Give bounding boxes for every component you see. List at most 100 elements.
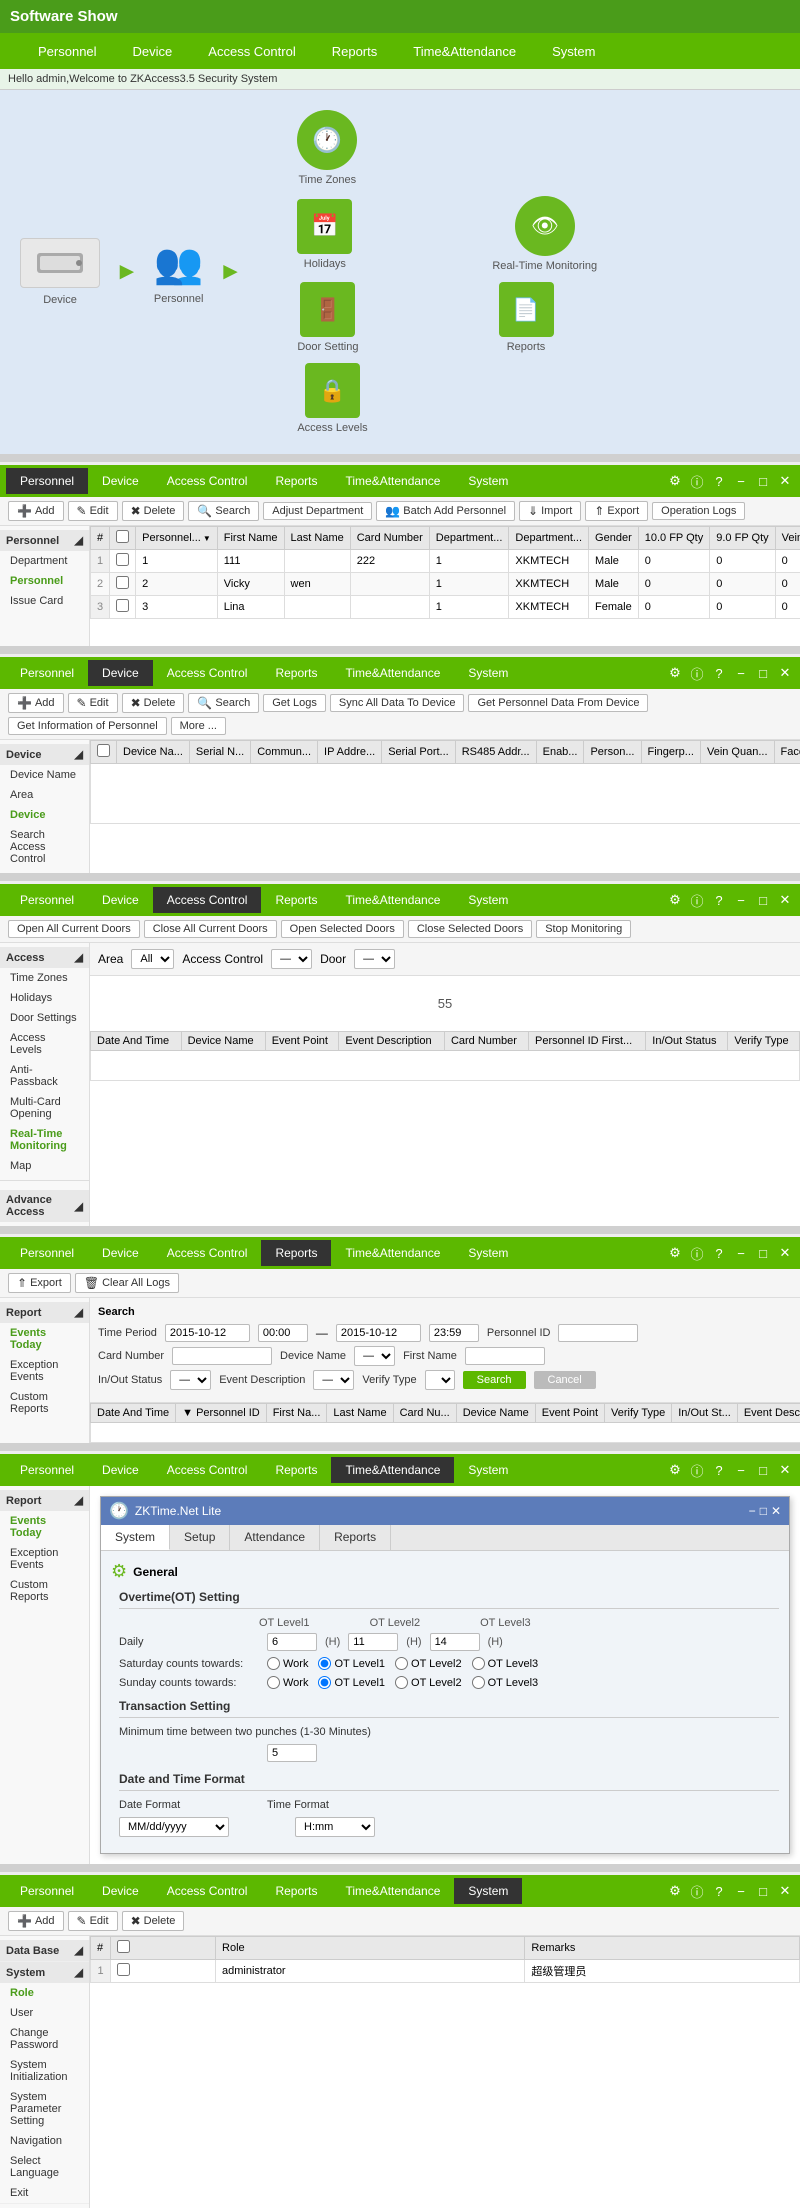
time-format-select[interactable]: H:mm	[295, 1817, 375, 1837]
gear-icon-ac[interactable]: ⚙	[666, 891, 684, 909]
tab-device-active[interactable]: Device	[88, 660, 153, 686]
gear-icon-ta[interactable]: ⚙	[666, 1461, 684, 1479]
sidebar-sys-init[interactable]: System Initialization	[0, 2055, 89, 2087]
sun-l3-radio[interactable]: OT Level3	[472, 1676, 539, 1689]
tab-device-sys[interactable]: Device	[88, 1878, 153, 1904]
sidebar-time-zones[interactable]: Time Zones	[0, 968, 89, 988]
table-row[interactable]: 1 1 111 222 1 XKMTECH Male 0 0 0 0	[91, 550, 800, 573]
import-btn[interactable]: ⇓Import	[519, 501, 581, 521]
select-all-sys[interactable]	[117, 1940, 130, 1953]
tab-ta-d[interactable]: Time&Attendance	[331, 660, 454, 686]
rcol-card[interactable]: Card Nu...	[393, 1404, 456, 1423]
dcol-name[interactable]: Device Na...	[117, 741, 190, 764]
nav-access-control[interactable]: Access Control	[190, 36, 313, 67]
to-time-input[interactable]	[429, 1324, 479, 1342]
ac-col-personnel[interactable]: Personnel ID First...	[529, 1032, 646, 1051]
tab-reports-ac[interactable]: Reports	[261, 887, 331, 913]
sidebar-custom-ta[interactable]: Custom Reports	[0, 1575, 89, 1607]
tab-personnel-d[interactable]: Personnel	[6, 660, 88, 686]
tab-ta-active[interactable]: Time&Attendance	[331, 1457, 454, 1483]
rcol-datetime[interactable]: Date And Time	[91, 1404, 176, 1423]
restore-icon-ac[interactable]: □	[754, 891, 772, 909]
row-cb-2[interactable]	[110, 573, 136, 596]
info-icon-r[interactable]: ⓘ	[688, 1244, 706, 1262]
open-selected-btn[interactable]: Open Selected Doors	[281, 920, 404, 938]
dcol-enab[interactable]: Enab...	[536, 741, 584, 764]
ac-col-device[interactable]: Device Name	[181, 1032, 265, 1051]
col-first-name[interactable]: First Name	[217, 527, 284, 550]
rcol-first[interactable]: First Na...	[266, 1404, 327, 1423]
tab-ta-ac[interactable]: Time&Attendance	[331, 887, 454, 913]
more-btn[interactable]: More ...	[171, 717, 226, 735]
tab-system-r[interactable]: System	[454, 1240, 522, 1266]
dcol-person[interactable]: Person...	[584, 741, 641, 764]
rcol-event-desc[interactable]: Event Descri...	[737, 1404, 800, 1423]
delete-btn-d[interactable]: ✖Delete	[122, 693, 185, 713]
restore-icon-ta[interactable]: □	[754, 1461, 772, 1479]
tab-reports-ta[interactable]: Reports	[261, 1457, 331, 1483]
nav-device[interactable]: Device	[115, 36, 191, 67]
col-vein[interactable]: Vein Quantity	[775, 527, 800, 550]
verify-type-select[interactable]	[425, 1370, 455, 1390]
rcol-personnel[interactable]: ▼ Personnel ID	[176, 1404, 267, 1423]
sidebar-issue-card[interactable]: Issue Card	[0, 591, 89, 611]
sidebar-custom-r[interactable]: Custom Reports	[0, 1387, 89, 1419]
sync-all-btn[interactable]: Sync All Data To Device	[330, 694, 465, 712]
event-desc-select[interactable]: —	[313, 1370, 354, 1390]
col-personnel-id[interactable]: Personnel...▼	[136, 527, 218, 550]
advance-access-header[interactable]: Advance Access ◢	[0, 1190, 89, 1222]
sidebar-user[interactable]: User	[0, 2003, 89, 2023]
question-icon-ta[interactable]: ?	[710, 1461, 728, 1479]
close-icon-sys[interactable]: ✕	[776, 1882, 794, 1900]
win-minus[interactable]: −	[749, 1504, 756, 1518]
ta-tab-setup[interactable]: Setup	[170, 1525, 230, 1550]
nav-time-attendance[interactable]: Time&Attendance	[395, 36, 534, 67]
inout-select[interactable]: —	[170, 1370, 211, 1390]
info-icon-ac[interactable]: ⓘ	[688, 891, 706, 909]
db-header[interactable]: Data Base ◢	[0, 1940, 89, 1961]
select-all-device[interactable]	[97, 744, 110, 757]
restore-icon-d[interactable]: □	[754, 664, 772, 682]
sidebar-role[interactable]: Role	[0, 1983, 89, 2003]
minus-icon-sys[interactable]: −	[732, 1882, 750, 1900]
col-fp10[interactable]: 10.0 FP Qty	[638, 527, 710, 550]
min-value-input[interactable]	[267, 1744, 317, 1762]
tab-system-p[interactable]: System	[454, 468, 522, 494]
add-btn-sys[interactable]: ➕Add	[8, 1911, 64, 1931]
tab-personnel-active[interactable]: Personnel	[6, 468, 88, 494]
ac-col-datetime[interactable]: Date And Time	[91, 1032, 182, 1051]
tab-access-sys[interactable]: Access Control	[153, 1878, 262, 1904]
sat-l3-radio[interactable]: OT Level3	[472, 1657, 539, 1670]
sun-work-radio[interactable]: Work	[267, 1676, 308, 1689]
col-dept2[interactable]: Department...	[509, 527, 589, 550]
sidebar-device[interactable]: Device	[0, 805, 89, 825]
date-format-select[interactable]: MM/dd/yyyy	[119, 1817, 229, 1837]
tab-access-d[interactable]: Access Control	[153, 660, 262, 686]
area-select[interactable]: All	[131, 949, 174, 969]
device-sidebar-header[interactable]: Device ◢	[0, 744, 89, 765]
rcol-event-point[interactable]: Event Point	[535, 1404, 604, 1423]
export-btn-r[interactable]: ⇑Export	[8, 1273, 71, 1293]
sidebar-search-access[interactable]: Search Access Control	[0, 825, 89, 869]
dcol-rs485[interactable]: RS485 Addr...	[455, 741, 536, 764]
gear-icon-sys[interactable]: ⚙	[666, 1882, 684, 1900]
access-sidebar-header[interactable]: Access ◢	[0, 947, 89, 968]
edit-btn-sys[interactable]: ✎Edit	[68, 1911, 118, 1931]
close-icon[interactable]: ✕	[776, 472, 794, 490]
scol-remarks[interactable]: Remarks	[525, 1937, 800, 1960]
tab-personnel-ac[interactable]: Personnel	[6, 887, 88, 913]
dcol-finger[interactable]: Fingerp...	[641, 741, 700, 764]
info-icon-d[interactable]: ⓘ	[688, 664, 706, 682]
sun-l1-radio[interactable]: OT Level1	[318, 1676, 385, 1689]
dcol-serial[interactable]: Serial N...	[189, 741, 250, 764]
export-btn[interactable]: ⇑Export	[585, 501, 648, 521]
edit-btn-d[interactable]: ✎Edit	[68, 693, 118, 713]
daily-l1-input[interactable]	[267, 1633, 317, 1651]
question-icon-r[interactable]: ?	[710, 1244, 728, 1262]
door-select[interactable]: —	[354, 949, 395, 969]
win-restore[interactable]: □	[760, 1504, 767, 1518]
dcol-face[interactable]: Face Quant...	[774, 741, 800, 764]
nav-system[interactable]: System	[534, 36, 613, 67]
sidebar-door-settings[interactable]: Door Settings	[0, 1008, 89, 1028]
search-execute-btn[interactable]: Search	[463, 1371, 526, 1389]
